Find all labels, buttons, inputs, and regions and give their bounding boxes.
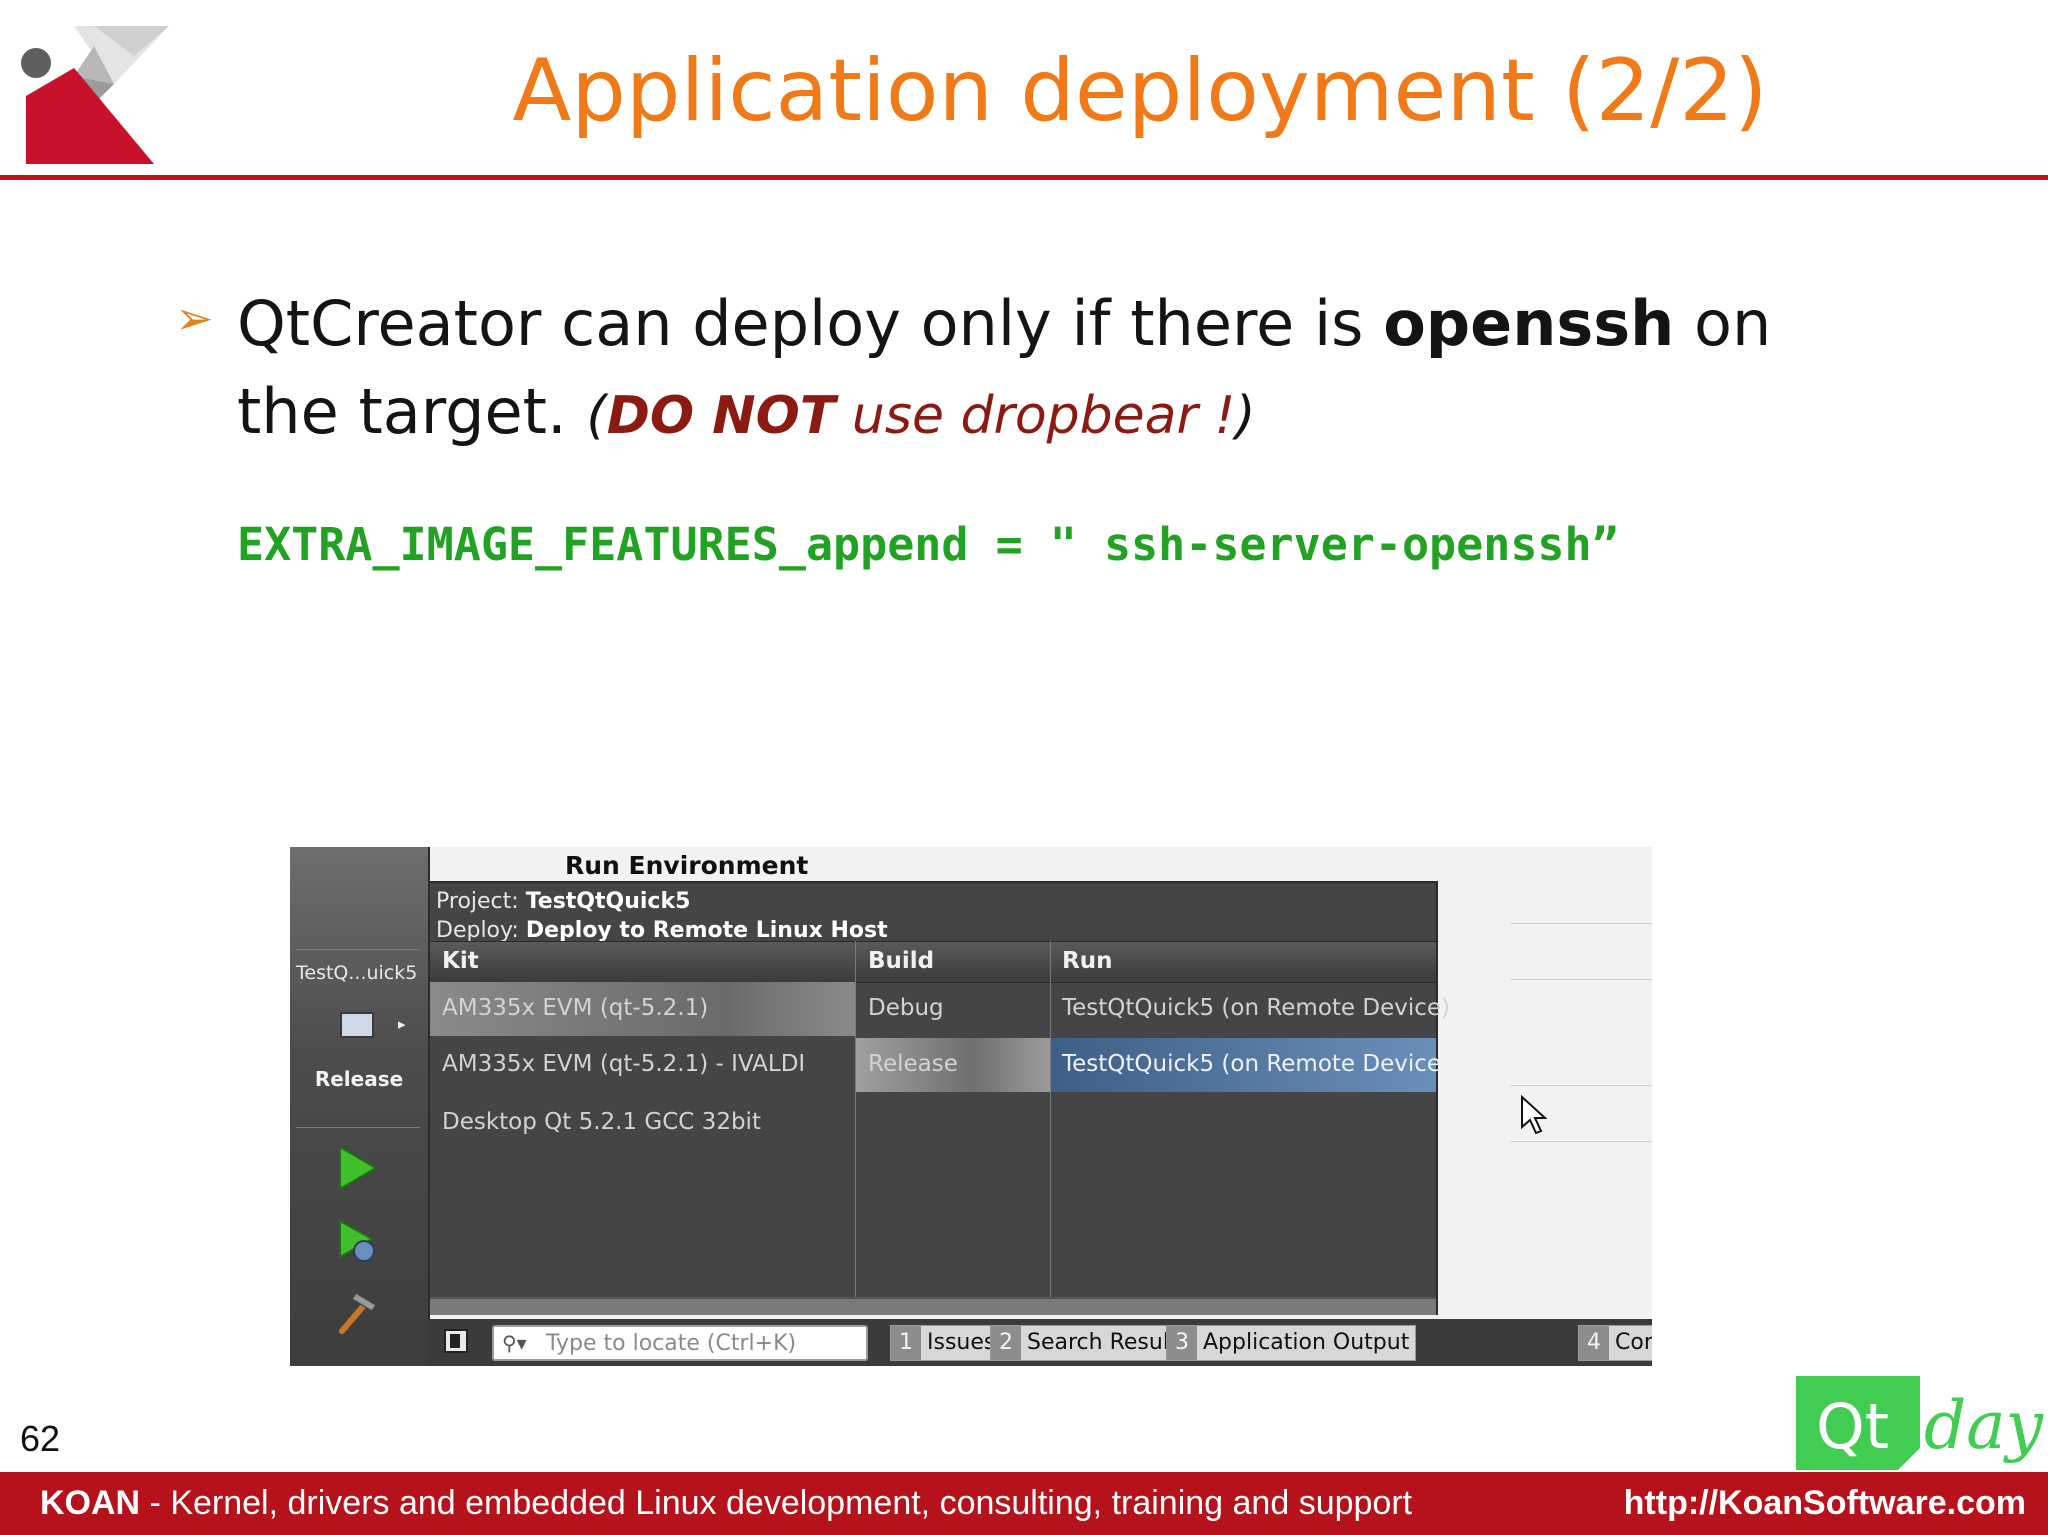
debug-run-icon[interactable] [332,1217,382,1267]
title-divider [0,175,2048,180]
mouse-cursor-icon [1521,1095,1548,1135]
monitor-icon[interactable] [340,1012,374,1038]
tab-label: Application Output [1203,1330,1410,1355]
project-value: TestQtQuick5 [525,889,691,914]
tab-compile-output[interactable]: 4Compi [1578,1325,1652,1361]
deploy-value: Deploy to Remote Linux Host [525,918,888,943]
locator-placeholder: Type to locate (Ctrl+K) [546,1331,797,1356]
run-item[interactable]: TestQtQuick5 (on Remote Device) [1062,995,1450,1021]
background-divider [1510,923,1652,924]
column-header-row: Kit Build Run [430,941,1436,983]
column-divider [855,941,856,1297]
background-divider [1510,1141,1652,1142]
bullet-note: (DO NOT use dropbear !) [586,386,1255,446]
mode-sidebar: TestQ...uick5 ▸ Release [290,847,430,1366]
bullet-arrow-icon: ➢ [175,291,214,345]
project-line: Project: TestQtQuick5 [436,887,888,916]
note-close: ) [1235,386,1256,446]
locator-input[interactable]: ⚲▾ Type to locate (Ctrl+K) [492,1325,868,1361]
run-environment-heading: Run Environment [565,851,809,880]
tab-number: 4 [1579,1326,1609,1360]
deploy-label: Deploy: [436,918,519,943]
kit-selector-popup: Project: TestQtQuick5 Deploy: Deploy to … [428,881,1465,1315]
run-item[interactable]: TestQtQuick5 (on Remote Device)2 [1062,1051,1465,1077]
build-mode-label[interactable]: Release [290,1067,428,1091]
qt-logo-text: Qt [1816,1390,1889,1463]
sidebar-toggle-icon[interactable] [444,1329,468,1353]
day-logo-text: day [1924,1387,2044,1464]
sidebar-divider [296,949,420,950]
background-divider [1510,979,1652,980]
koan-logo [21,26,169,164]
tab-application-output[interactable]: 3 Application Output [1166,1325,1417,1361]
footer-brand: KOAN [40,1484,141,1522]
sidebar-divider [296,1127,420,1128]
note-warning-rest: use dropbear ! [835,386,1236,446]
tab-number: 2 [991,1326,1021,1360]
bullet-bold-term: openssh [1383,287,1675,360]
tab-issues[interactable]: 1 Issues [890,1325,1003,1361]
footer-url[interactable]: http://KoanSoftware.com [1624,1484,2026,1523]
popup-info: Project: TestQtQuick5 Deploy: Deploy to … [436,887,888,945]
bullet-text-before: QtCreator can deploy only if there is [237,287,1384,360]
background-divider [1510,1085,1652,1086]
kit-item[interactable]: AM335x EVM (qt-5.2.1) - IVALDI [442,1051,805,1077]
note-warning: DO NOT use dropbear ! [607,386,1236,446]
sidebar-project-name[interactable]: TestQ...uick5 [296,962,417,984]
footer-tagline: KOAN - Kernel, drivers and embedded Linu… [40,1484,1412,1523]
bullet-text: QtCreator can deploy only if there is op… [237,280,1877,460]
build-hammer-icon[interactable] [332,1287,382,1337]
footer-bar: KOAN - Kernel, drivers and embedded Linu… [0,1472,2048,1535]
output-pane-bar: ⚲▾ Type to locate (Ctrl+K) 1 Issues 2 Sear… [428,1319,1652,1366]
qt-day-logo: Qt day [1796,1376,2044,1470]
build-item[interactable]: Debug [868,995,944,1021]
qtcreator-screenshot: Run Environment TestQ...uick5 ▸ Release … [290,847,1652,1366]
column-header-kit: Kit [442,948,479,974]
kit-item[interactable]: Desktop Qt 5.2.1 GCC 32bit [442,1109,761,1135]
note-warning-bold: DO NOT [606,386,836,446]
tab-number: 1 [891,1326,921,1360]
column-header-run: Run [1062,948,1113,974]
tab-number: 3 [1167,1326,1197,1360]
page-number: 62 [20,1418,61,1459]
popup-bottom-edge [430,1297,1436,1315]
project-label: Project: [436,889,519,914]
search-icon: ⚲▾ [502,1331,527,1355]
tab-label: Compi [1615,1330,1652,1355]
column-header-build: Build [868,948,935,974]
run-icon[interactable] [332,1143,382,1193]
note-open: ( [586,386,607,446]
footer-tagline-text: - Kernel, drivers and embedded Linux dev… [140,1484,1413,1522]
caret-right-icon: ▸ [398,1015,406,1033]
build-item[interactable]: Release [868,1051,958,1077]
kit-item[interactable]: AM335x EVM (qt-5.2.1) [442,995,708,1021]
code-line: EXTRA_IMAGE_FEATURES_append = " ssh-serv… [237,518,1619,571]
slide-title: Application deployment (2/2) [512,41,1768,141]
column-divider [1050,941,1051,1297]
